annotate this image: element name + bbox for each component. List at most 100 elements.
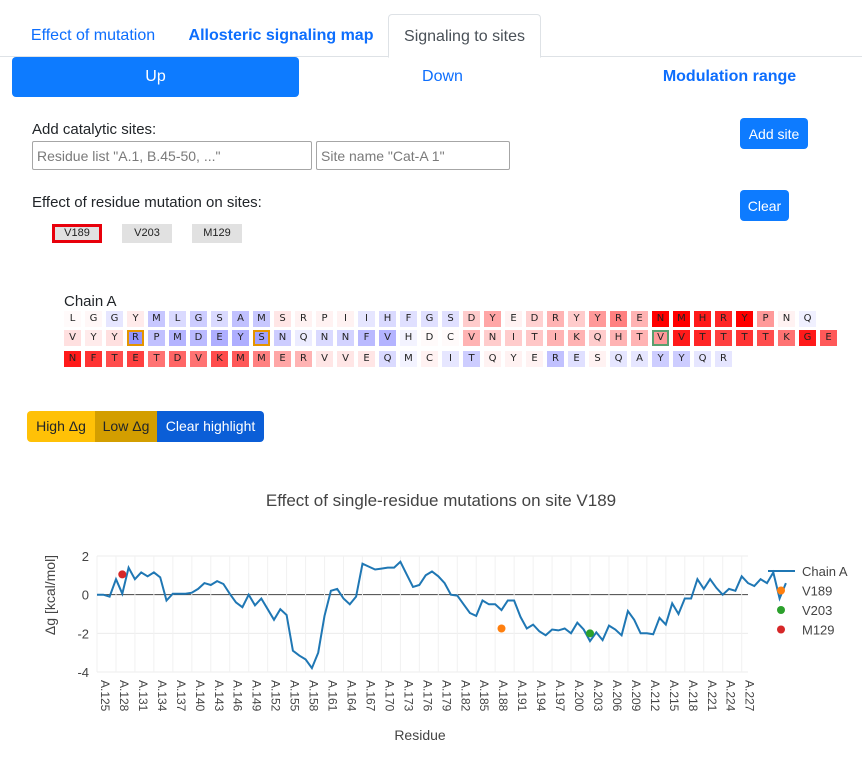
residue-cell[interactable]: N [778,311,795,327]
residue-cell[interactable]: H [694,311,711,327]
legend-item-chain-a[interactable]: Chain A [802,564,848,579]
site-chip-v203[interactable]: V203 [122,224,172,243]
marker-m129[interactable] [118,570,127,579]
add-site-button[interactable]: Add site [740,118,808,149]
residue-cell[interactable]: Q [484,351,501,367]
residue-cell[interactable]: Y [736,311,753,327]
residue-cell[interactable]: T [463,351,480,367]
residue-cell[interactable]: N [484,330,501,346]
residue-cell[interactable]: D [190,330,207,346]
residue-cell[interactable]: N [652,311,669,327]
residue-cell[interactable]: Y [232,330,249,346]
site-name-input[interactable] [316,141,510,170]
residue-cell[interactable]: Q [295,330,312,346]
residue-cell[interactable]: R [610,311,627,327]
residue-cell[interactable]: S [253,330,270,346]
residue-cell[interactable]: M [673,311,690,327]
residue-cell[interactable]: A [232,311,249,327]
residue-cell[interactable]: Q [589,330,606,346]
residue-cell[interactable]: E [631,311,648,327]
residue-cell[interactable]: T [106,351,123,367]
residue-cell[interactable]: T [757,330,774,346]
residue-cell[interactable]: E [568,351,585,367]
residue-cell[interactable]: N [64,351,81,367]
residue-cell[interactable]: C [442,330,459,346]
residue-cell[interactable]: M [253,311,270,327]
residue-cell[interactable]: H [610,330,627,346]
tab-allosteric-signaling-map[interactable]: Allosteric signaling map [174,14,388,57]
residue-cell[interactable]: G [190,311,207,327]
marker-v203[interactable] [585,629,594,638]
residue-cell[interactable]: Q [379,351,396,367]
legend-item-v189[interactable]: V189 [802,584,832,599]
pill-up[interactable]: Up [12,57,299,97]
site-chip-v189[interactable]: V189 [52,224,102,243]
residue-cell[interactable]: E [127,351,144,367]
residue-cell[interactable]: L [64,311,81,327]
residue-cell[interactable]: I [337,311,354,327]
residue-cell[interactable]: F [358,330,375,346]
residue-cell[interactable]: D [463,311,480,327]
residue-cell[interactable]: V [673,330,690,346]
pill-down[interactable]: Down [299,57,586,97]
residue-cell[interactable]: F [85,351,102,367]
residue-cell[interactable]: V [463,330,480,346]
residue-cell[interactable]: M [400,351,417,367]
residue-cell[interactable]: G [421,311,438,327]
residue-cell[interactable]: E [358,351,375,367]
residue-cell[interactable]: I [442,351,459,367]
residue-cell[interactable]: I [505,330,522,346]
residue-cell[interactable]: T [526,330,543,346]
residue-cell[interactable]: P [148,330,165,346]
residue-cell[interactable]: I [547,330,564,346]
residue-cell[interactable]: P [757,311,774,327]
residue-cell[interactable]: M [148,311,165,327]
residue-cell[interactable]: S [589,351,606,367]
residue-cell[interactable]: G [106,311,123,327]
residue-cell[interactable]: R [547,311,564,327]
residue-cell[interactable]: S [211,311,228,327]
low-dg-button[interactable]: Low Δg [95,411,157,442]
residue-cell[interactable]: V [379,330,396,346]
residue-cell[interactable]: T [631,330,648,346]
residue-cell[interactable]: Y [106,330,123,346]
residue-cell[interactable]: Q [799,311,816,327]
residue-cell[interactable]: R [715,351,732,367]
residue-cell[interactable]: V [652,330,669,346]
residue-cell[interactable]: I [358,311,375,327]
chart-legend[interactable]: Chain A V189 V203 M129 [768,564,848,638]
residue-cell[interactable]: Y [652,351,669,367]
residue-cell[interactable]: E [274,351,291,367]
residue-cell[interactable]: M [253,351,270,367]
residue-cell[interactable]: M [232,351,249,367]
residue-cell[interactable]: M [169,330,186,346]
residue-cell[interactable]: D [421,330,438,346]
residue-cell[interactable]: Q [610,351,627,367]
residue-cell[interactable]: R [547,351,564,367]
pill-modulation-range[interactable]: Modulation range [586,57,862,97]
residue-cell[interactable]: Y [589,311,606,327]
residue-cell[interactable]: H [400,330,417,346]
tab-effect-of-mutation[interactable]: Effect of mutation [12,14,174,57]
residue-cell[interactable]: R [295,311,312,327]
residue-cell[interactable]: S [274,311,291,327]
site-chip-m129[interactable]: M129 [192,224,242,243]
residue-cell[interactable]: Y [673,351,690,367]
residue-cell[interactable]: F [400,311,417,327]
legend-item-m129[interactable]: M129 [802,623,835,638]
residue-cell[interactable]: R [715,311,732,327]
residue-cell[interactable]: K [568,330,585,346]
residue-cell[interactable]: R [295,351,312,367]
tab-signaling-to-sites[interactable]: Signaling to sites [388,14,541,58]
series-line-chain-a[interactable] [97,560,787,671]
residue-cell[interactable]: N [274,330,291,346]
residue-cell[interactable]: G [799,330,816,346]
residue-cell[interactable]: G [85,311,102,327]
residue-cell[interactable]: N [337,330,354,346]
legend-item-v203[interactable]: V203 [802,603,832,618]
high-dg-button[interactable]: High Δg [27,411,95,442]
residue-cell[interactable]: Y [484,311,501,327]
residue-cell[interactable]: E [820,330,837,346]
residue-cell[interactable]: P [316,311,333,327]
residue-cell[interactable]: V [64,330,81,346]
